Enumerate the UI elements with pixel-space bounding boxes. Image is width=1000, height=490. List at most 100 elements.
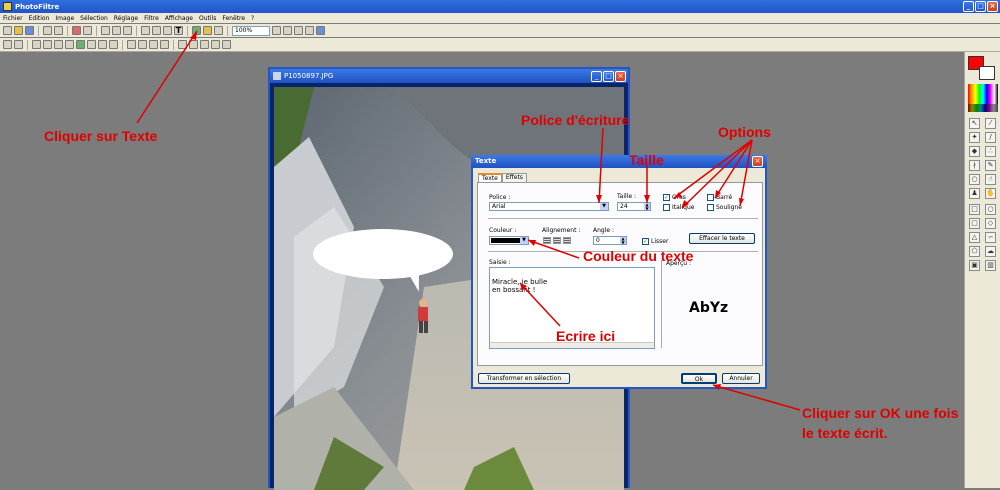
italique-checkbox[interactable]: Italique [663, 204, 694, 211]
rounded-rect-select-icon[interactable]: ▢ [969, 218, 980, 229]
angle-spinner[interactable]: 0 ▲ ▼ [593, 236, 627, 245]
spinner-arrows-icon[interactable]: ▲ ▼ [644, 203, 650, 210]
align-center-icon[interactable] [553, 237, 561, 244]
dialog-close-button[interactable]: × [752, 156, 763, 167]
spray-tool-icon[interactable]: ∴ [985, 146, 996, 157]
undo-icon[interactable] [72, 26, 81, 35]
crop-icon[interactable] [222, 40, 231, 49]
text-dialog-title[interactable]: Texte [471, 155, 767, 168]
saturation-plus-icon[interactable] [76, 40, 85, 49]
filter-icon[interactable] [192, 26, 201, 35]
pointer-tool-icon[interactable]: ↖ [969, 118, 980, 129]
transformer-selection-button[interactable]: Transformer en sélection [478, 373, 570, 384]
gamma-minus-icon[interactable] [109, 40, 118, 49]
sharpen-icon[interactable] [160, 40, 169, 49]
save-icon[interactable] [25, 26, 34, 35]
align-left-icon[interactable] [543, 237, 551, 244]
auto-levels-icon[interactable] [3, 40, 12, 49]
maximize-button[interactable]: □ [975, 1, 986, 12]
color-palette[interactable] [968, 84, 998, 104]
spinner-arrows-icon[interactable]: ▲ ▼ [620, 237, 626, 244]
lasso-select-icon[interactable]: ∽ [985, 232, 996, 243]
color-select[interactable]: ▼ [489, 236, 529, 245]
image-close-button[interactable]: × [615, 71, 626, 82]
brush-tool-icon[interactable]: ∤ [969, 160, 980, 171]
menu-image[interactable]: Image [55, 15, 74, 22]
triangle-select-icon[interactable]: △ [969, 232, 980, 243]
duplicate-icon[interactable] [141, 26, 150, 35]
blur-tool-icon[interactable]: ○ [969, 174, 980, 185]
souligne-checkbox[interactable]: Souligné [707, 204, 742, 211]
menu-affichage[interactable]: Affichage [165, 15, 193, 22]
zoom-in-icon[interactable] [272, 26, 281, 35]
align-right-icon[interactable] [563, 237, 571, 244]
new-icon[interactable] [3, 26, 12, 35]
barre-checkbox[interactable]: Barré [707, 194, 732, 201]
text-tool-icon[interactable]: T [174, 26, 183, 35]
redo-icon[interactable] [83, 26, 92, 35]
ellipse-select-icon[interactable]: ○ [985, 204, 996, 215]
lisser-checkbox[interactable]: ✓ Lisser [642, 238, 668, 245]
size-spinner[interactable]: 24 ▲ ▼ [617, 202, 651, 211]
fill-tool-icon[interactable]: ◆ [969, 146, 980, 157]
invert-select-icon[interactable]: ▣ [969, 260, 980, 271]
layer-select-icon[interactable]: ▥ [985, 260, 996, 271]
brightness-minus-icon[interactable] [43, 40, 52, 49]
fit-icon[interactable] [294, 26, 303, 35]
contrast-plus-icon[interactable] [54, 40, 63, 49]
grayscale-icon[interactable] [127, 40, 136, 49]
tab-texte[interactable]: Texte [478, 173, 502, 182]
gamma-plus-icon[interactable] [98, 40, 107, 49]
menu-reglage[interactable]: Réglage [114, 15, 138, 22]
zoom-out-icon[interactable] [283, 26, 292, 35]
zoom-select[interactable]: 100% [232, 25, 270, 36]
open-icon[interactable] [14, 26, 23, 35]
color-palette-dark[interactable] [968, 104, 998, 112]
eyedropper-tool-icon[interactable]: ⁄ [985, 118, 996, 129]
sepia-icon[interactable] [138, 40, 147, 49]
menu-edition[interactable]: Edition [29, 15, 50, 22]
menu-outils[interactable]: Outils [199, 15, 216, 22]
print-icon[interactable] [43, 26, 52, 35]
magic-wand-tool-icon[interactable]: ✦ [969, 132, 980, 143]
stamp-tool-icon[interactable]: ♟ [969, 188, 980, 199]
ok-button[interactable]: Ok [681, 373, 717, 384]
auto-contrast-icon[interactable] [14, 40, 23, 49]
display-icon[interactable] [316, 26, 325, 35]
scan-icon[interactable] [54, 26, 63, 35]
hand-tool-icon[interactable]: ✋ [985, 188, 996, 199]
flip-v-icon[interactable] [189, 40, 198, 49]
contrast-minus-icon[interactable] [65, 40, 74, 49]
smudge-tool-icon[interactable]: ☝ [985, 174, 996, 185]
menu-selection[interactable]: Sélection [80, 15, 108, 22]
menu-fenetre[interactable]: Fenêtre [222, 15, 245, 22]
rect-select-icon[interactable]: □ [969, 204, 980, 215]
tab-effets[interactable]: Effets [501, 173, 527, 182]
font-select[interactable]: Arial ▼ [489, 202, 609, 211]
copy-icon[interactable] [101, 26, 110, 35]
chevron-down-icon[interactable]: ▼ [520, 237, 528, 244]
image-minimize-button[interactable]: _ [591, 71, 602, 82]
image-window-titlebar[interactable]: P1050897.JPG _ □ × [270, 69, 628, 83]
diamond-select-icon[interactable]: ◇ [985, 218, 996, 229]
brightness-plus-icon[interactable] [32, 40, 41, 49]
secondary-color-swatch[interactable] [979, 66, 995, 80]
gras-checkbox[interactable]: ✓ Gras [663, 194, 686, 201]
image-maximize-button[interactable]: □ [603, 71, 614, 82]
custom-shape-icon[interactable]: ☁ [985, 246, 996, 257]
menu-filtre[interactable]: Filtre [144, 15, 159, 22]
menu-help[interactable]: ? [251, 15, 254, 22]
window-icon[interactable] [214, 26, 223, 35]
pencil-tool-icon[interactable]: ✎ [985, 160, 996, 171]
image-size-icon[interactable] [152, 26, 161, 35]
paste-icon[interactable] [123, 26, 132, 35]
menu-fichier[interactable]: Fichier [3, 15, 23, 22]
saturation-minus-icon[interactable] [87, 40, 96, 49]
effacer-texte-button[interactable]: Effacer le texte [689, 233, 755, 244]
minimize-button[interactable]: _ [963, 1, 974, 12]
close-button[interactable]: × [987, 1, 998, 12]
chevron-down-icon[interactable]: ▼ [600, 203, 608, 210]
annuler-button[interactable]: Annuler [722, 373, 760, 384]
rotate-left-icon[interactable] [200, 40, 209, 49]
blur-icon[interactable] [149, 40, 158, 49]
